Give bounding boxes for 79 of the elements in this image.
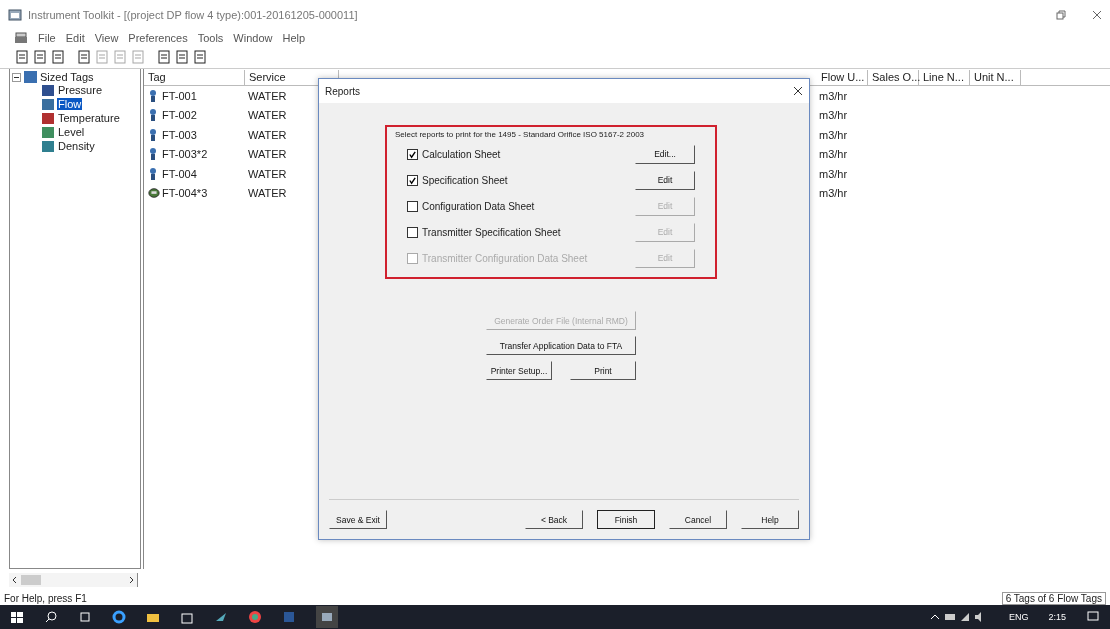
arrow-icon[interactable] — [214, 610, 228, 624]
menu-item[interactable]: File — [38, 32, 56, 44]
tree-item[interactable]: Level — [57, 126, 86, 138]
menu-item[interactable]: Tools — [197, 32, 224, 44]
tree-item[interactable]: Pressure — [57, 84, 104, 96]
service-cell-text: WATER — [247, 167, 288, 180]
app-icon — [8, 9, 22, 21]
checkbox-label[interactable]: Transmitter Specification Sheet — [422, 226, 561, 238]
tag-cell: FT-001 — [162, 89, 197, 102]
dialog-title: Reports — [325, 85, 360, 97]
browser-icon[interactable] — [112, 610, 126, 624]
checkbox[interactable] — [407, 148, 418, 160]
service-cell-text: WATER — [247, 128, 288, 141]
tree-item[interactable]: Temperature — [57, 112, 121, 124]
round-app-icon[interactable] — [248, 610, 262, 624]
flow-units-cell-text: m3/hr — [818, 148, 849, 161]
dialog-button[interactable]: < Back — [525, 510, 583, 529]
tag-cell: FT-004*3 — [162, 187, 208, 200]
service-cell-text: WATER — [247, 187, 288, 200]
dialog-button[interactable]: Save & Exit — [329, 510, 387, 529]
menu-item[interactable]: Preferences — [128, 32, 188, 44]
tag-cell: FT-004 — [162, 167, 197, 180]
start-icon[interactable] — [10, 610, 24, 624]
tree-item[interactable]: Sized Tags — [40, 71, 94, 83]
column-header[interactable]: Tag — [144, 69, 245, 85]
tree-item[interactable]: Flow — [57, 98, 83, 110]
menu-item[interactable]: Help — [282, 32, 306, 44]
window-title: Instrument Toolkit - [(project DP flow 4 type):001-20161205-000011] — [28, 9, 358, 21]
meter-icon — [148, 186, 160, 201]
tag-cell: FT-002 — [162, 109, 197, 122]
tree-item[interactable]: Density — [57, 140, 96, 152]
collapse-toggle-icon[interactable] — [12, 72, 21, 82]
service-cell-text: WATER — [247, 148, 288, 161]
edit-button[interactable]: Edit — [635, 170, 695, 190]
dialog-button[interactable]: Cancel — [669, 510, 727, 529]
column-header[interactable]: Flow U... — [817, 69, 868, 85]
scroll-left-icon[interactable] — [11, 576, 19, 584]
tag-count: 6 Tags of 6 Flow Tags — [1001, 591, 1106, 605]
tags-icon — [24, 71, 37, 83]
dialog-button[interactable]: Help — [741, 510, 799, 529]
scroll-right-icon[interactable] — [127, 576, 135, 584]
print-button[interactable]: Print — [570, 361, 636, 380]
transfer-button[interactable]: Transfer Application Data to FTA — [486, 336, 636, 355]
dialog-button[interactable]: Finish — [597, 510, 655, 529]
close-icon[interactable] — [793, 86, 803, 96]
tag-cell: FT-003 — [162, 128, 197, 141]
close-icon[interactable] — [1092, 10, 1102, 20]
column-header[interactable]: Unit N... — [970, 69, 1021, 85]
column-header[interactable]: Line N... — [919, 69, 970, 85]
tag-cell: FT-003*2 — [162, 148, 208, 161]
service-cell-text: WATER — [247, 109, 288, 122]
new-document-icon[interactable] — [14, 49, 30, 65]
checkbox[interactable] — [407, 200, 418, 212]
checkbox[interactable] — [407, 226, 418, 238]
search-icon[interactable] — [44, 610, 58, 624]
task-view-icon[interactable] — [78, 610, 92, 624]
horizontal-scrollbar[interactable] — [9, 573, 138, 587]
clock[interactable]: 2:15 — [1048, 612, 1066, 622]
checkbox-label[interactable]: Specification Sheet — [422, 174, 508, 186]
flow-units-cell-text: m3/hr — [818, 109, 849, 122]
restore-icon[interactable] — [1056, 10, 1066, 20]
flow-units-cell-text: m3/hr — [818, 128, 849, 141]
menu-item[interactable]: View — [94, 32, 119, 44]
status-text: For Help, press F1 — [4, 592, 87, 604]
menu-item[interactable]: Window — [233, 32, 273, 44]
edit-button[interactable]: Edit... — [635, 144, 695, 164]
scroll-thumb[interactable] — [21, 575, 41, 585]
prompt-text: Select reports to print for the 1495 - Standard Orifice ISO 5167-2 2003 — [395, 130, 646, 139]
toolkit-app-icon[interactable] — [316, 606, 338, 628]
flow-units-cell-text: m3/hr — [818, 89, 849, 102]
language-indicator[interactable]: ENG — [1008, 612, 1029, 622]
checkbox[interactable] — [407, 174, 418, 186]
column-header[interactable]: Sales O... — [868, 69, 919, 85]
checkbox-label[interactable]: Calculation Sheet — [422, 148, 501, 160]
checkbox-label[interactable]: Configuration Data Sheet — [422, 200, 535, 212]
flow-units-cell-text: m3/hr — [818, 187, 849, 200]
flow-units-cell-text: m3/hr — [818, 167, 849, 180]
printer-setup-button[interactable]: Printer Setup... — [486, 361, 552, 380]
menu-item[interactable]: Edit — [65, 32, 85, 44]
